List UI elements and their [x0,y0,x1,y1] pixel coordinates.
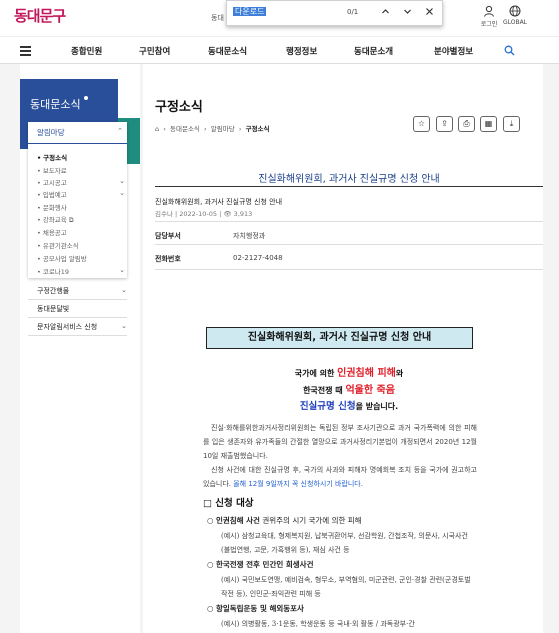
top-link-partial[interactable]: 동대 [211,13,224,23]
dept-label: 담당부서 [155,232,181,240]
global-button[interactable]: GLOBAL [500,5,530,26]
breadcrumb-item[interactable]: 알림마당 [211,125,235,133]
chevron-down-icon: ⌄ [121,322,127,330]
post-meta-info: 김수나 | 2022-10-05 | 👁 3,913 [155,210,253,218]
chevron-down-icon: ⌄ [121,286,127,294]
gnb-item-admin-info[interactable]: 행정정보 [286,45,317,57]
sidebar-sub-item[interactable]: 강좌교육 ⧉ [37,214,74,225]
sidebar-group-label: 알림마당 [37,128,65,137]
breadcrumb-current: 구정소식 [245,125,270,133]
divider [155,186,543,187]
global-label: GLOBAL [502,19,528,26]
sidebar-sub-item[interactable]: 공모사업 알림방 [37,253,87,263]
chevron-down-icon: ⌄ [119,177,125,185]
post-title: 진실화해위원회, 과거사 진실규명 신청 안내 [258,174,440,185]
search-icon[interactable] [504,45,515,58]
sidebar-item-publications[interactable]: 구정간행물 ⌄ [37,286,127,296]
divider [155,269,543,270]
doc-paragraph-1: 진실·화해를위한과거사정리위원회는 독립된 정부 조사기관으로 과거 국가폭력에… [203,424,477,460]
find-close-button[interactable] [421,6,437,22]
gnb-item-about[interactable]: 동대문소개 [354,45,393,57]
sidebar-sub-item[interactable]: 구정소식 [37,152,67,162]
divider [155,244,543,245]
gnb-item-news[interactable]: 동대문소식 [208,45,247,57]
gnb-item-complaints[interactable]: 종합민원 [71,45,102,57]
find-previous-button[interactable] [377,6,393,22]
breadcrumb-item[interactable]: 동대문소식 [170,125,200,133]
post-meta-title: 진실화해위원회, 과거사 진실규명 신청 안내 [155,198,283,206]
doc-headline-2: 한국전쟁 때 억울한 죽음 [303,385,395,396]
dept-value: 자치행정과 [233,232,266,240]
sidebar-item-sms-service[interactable]: 문자알림서비스 신청 ⌄ [37,322,127,332]
link-icon: ⧉ [68,216,74,224]
doc-category-1: ○ 인권침해 사건 권위주의 시기 국가에 의한 피해 [207,516,362,525]
print-icon[interactable]: ⎙ [458,116,475,132]
doc-category-3-examples: (예시) 의병활동, 3·1운동, 학생운동 등 국내·외 활동 / 과독광부·… [221,620,415,628]
find-match-count: 0/1 [347,8,359,16]
divider [28,299,127,300]
divider [28,317,127,318]
doc-section-heading: □ 신청 대상 [203,498,254,509]
gnb-item-field-info[interactable]: 분야별정보 [434,45,473,57]
doc-category-2-examples: (예시) 국민보도연맹, 예비검속, 형무소, 부역혐의, 미군관련, 군인·경… [221,576,471,598]
phone-value: 02-2127-4048 [233,254,283,262]
sidebar-title-dot [84,96,88,100]
sidebar-sub-item[interactable]: 입법예고⌄ [37,189,125,199]
doc-headline-1: 국가에 의한 인권침해 피해와 [294,368,404,379]
close-icon [425,8,433,15]
phone-label: 전화번호 [155,255,181,263]
main-navigation: 종합민원 구민참여 동대문소식 행정정보 동대문소개 분야별정보 [0,36,559,64]
breadcrumb: ⌂ › 동대문소식 › 알림마당 › 구정소식 [155,125,270,133]
sidebar-sub-item[interactable]: 채용공고 [37,227,67,237]
site-logo[interactable]: 동대문구 [14,5,66,26]
doc-paragraph-2: 신청 사건에 대한 진실규명 후, 국가의 사과와 피해자 명예회복 조치 등을… [203,466,477,488]
sidebar-group-header[interactable]: 알림마당 ⌃ [28,127,127,144]
doc-category-3: ○ 항일독립운동 및 해외동포사 [207,604,304,613]
chevron-down-icon: ⌄ [119,189,125,197]
chevron-up-icon [381,9,389,14]
find-bar: 다운로드 0/1 [226,0,443,26]
user-icon [484,5,494,17]
page-title: 구정소식 [155,100,203,115]
find-next-button[interactable] [399,6,415,22]
sidebar-sub-item[interactable]: 유관기관소식 [37,240,79,250]
divider [155,221,543,222]
share-icon[interactable]: ⇪ [436,116,453,132]
qr-icon[interactable]: ▦ [480,116,497,132]
doc-category-2: ○ 한국전쟁 전후 민간인 희생사건 [207,560,314,569]
home-icon[interactable]: ⌂ [155,125,159,133]
sidebar-sub-item[interactable]: 문화행사 [37,202,67,212]
login-label: 로그인 [480,21,498,28]
divider [28,335,127,336]
doc-title-box: 진실화해위원회, 과거사 진실규명 신청 안내 [206,327,473,349]
menu-icon[interactable] [20,46,31,56]
chevron-down-icon: ⌄ [119,266,125,274]
gnb-item-participation[interactable]: 구민참여 [139,45,170,57]
sidebar-sub-item[interactable]: 고시공고⌄ [37,177,125,187]
chevron-down-icon [403,9,411,14]
doc-headline-3: 진실규명 신청을 받습니다. [299,401,399,412]
globe-icon [509,5,521,17]
sidebar-sub-item[interactable]: 코로나19⌄ [37,266,125,276]
sidebar-sub-item[interactable]: 보도자료 [37,165,67,175]
chevron-up-icon: ⌃ [117,127,123,135]
star-icon[interactable]: ☆ [413,116,430,132]
find-input[interactable]: 다운로드 [233,6,353,21]
download-icon[interactable]: ⤓ [503,116,520,132]
doc-category-1-examples: (예시) 삼청교육대, 형제복지원, 납북귀환어부, 선감학원, 간첩조작, 의… [221,532,468,554]
sidebar-item-moonlight[interactable]: 동대문달빛 [37,304,127,314]
